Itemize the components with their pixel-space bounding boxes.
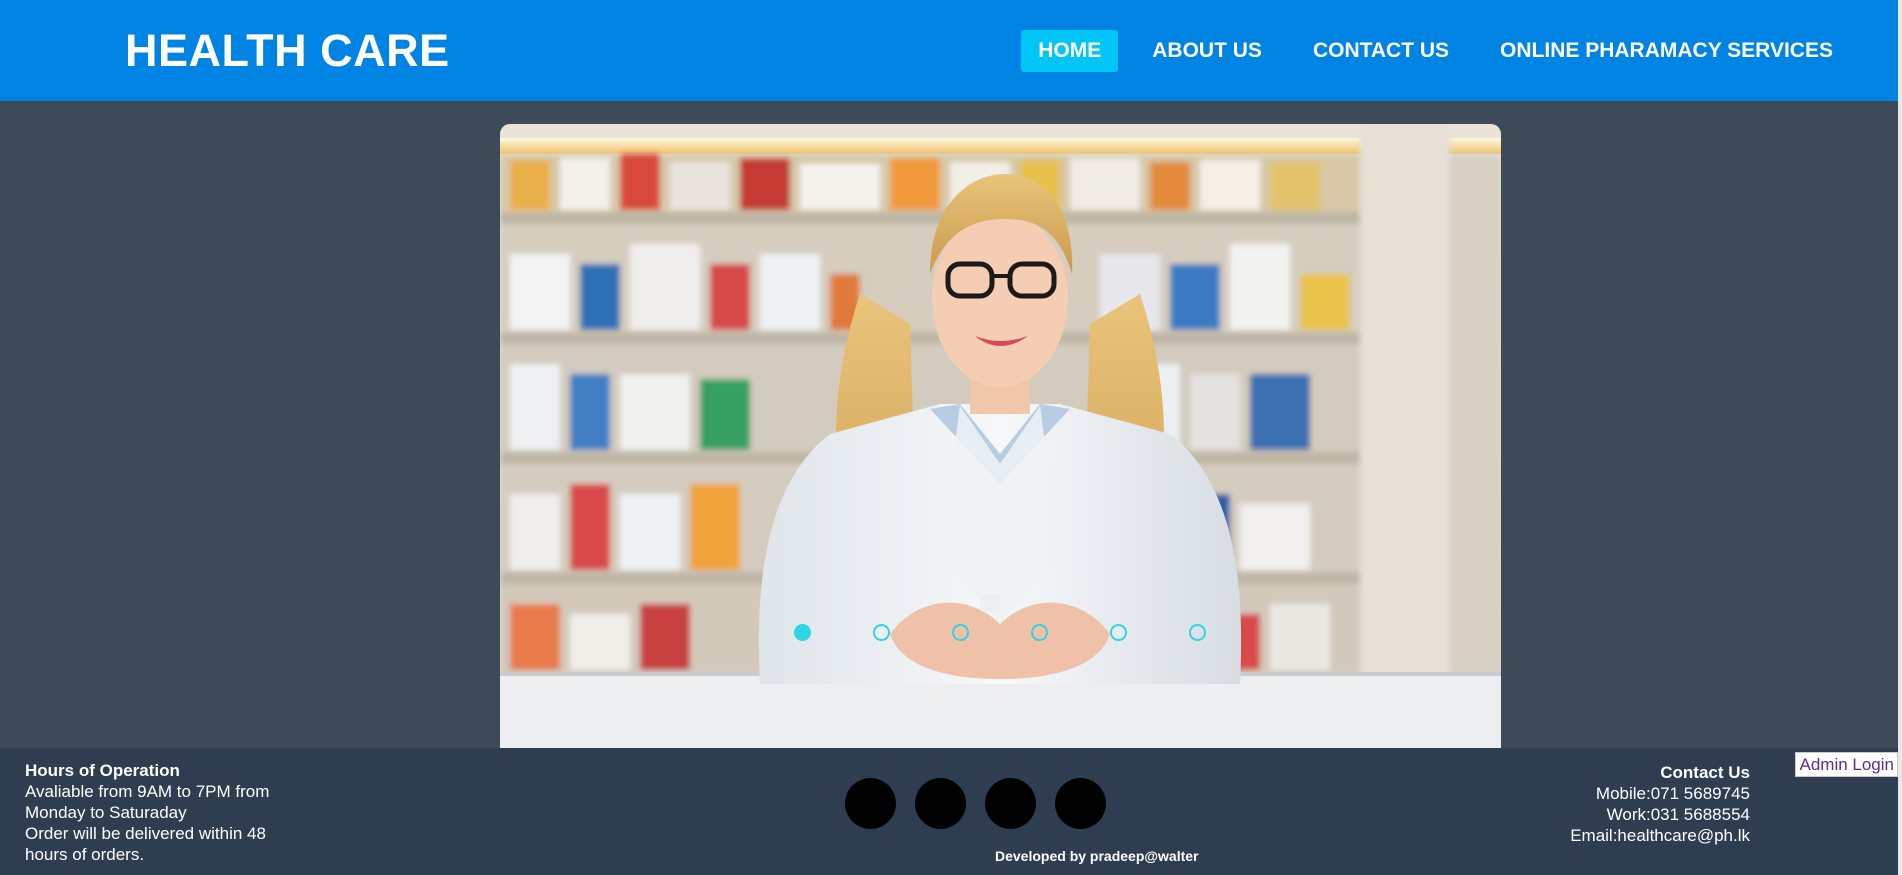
slider-dot-2[interactable] <box>873 624 890 641</box>
developer-credit: Developed by pradeep@walter <box>995 848 1199 864</box>
contact-email[interactable]: Email:healthcare@ph.lk <box>1570 825 1750 846</box>
hours-availability: Avaliable from 9AM to 7PM from Monday to… <box>25 782 270 822</box>
site-brand[interactable]: HEALTH CARE <box>125 25 450 77</box>
admin-login-link[interactable]: Admin Login <box>1795 752 1898 777</box>
nav-home[interactable]: HOME <box>1021 30 1119 72</box>
slider-dot-5[interactable] <box>1110 624 1127 641</box>
social-icon-1[interactable] <box>845 778 896 829</box>
slider-dot-3[interactable] <box>952 624 969 641</box>
nav-online-pharmacy-services[interactable]: ONLINE PHARAMACY SERVICES <box>1483 30 1850 72</box>
hours-title: Hours of Operation <box>25 761 180 780</box>
slider-dot-4[interactable] <box>1031 624 1048 641</box>
nav-contact-us[interactable]: CONTACT US <box>1296 30 1466 72</box>
contact-info: Contact Us Mobile:071 5689745 Work:031 5… <box>1570 762 1750 846</box>
social-icon-3[interactable] <box>985 778 1036 829</box>
nav-about-us[interactable]: ABOUT US <box>1135 30 1279 72</box>
slider-dot-1[interactable] <box>794 624 811 641</box>
social-icon-4[interactable] <box>1055 778 1106 829</box>
slider-dot-6[interactable] <box>1189 624 1206 641</box>
scrollbar[interactable] <box>1898 0 1902 875</box>
social-icon-2[interactable] <box>915 778 966 829</box>
hero-image-pharmacist <box>500 124 1501 748</box>
contact-work: Work:031 5688554 <box>1606 805 1750 824</box>
hours-delivery: Order will be delivered within 48 hours … <box>25 824 266 864</box>
contact-title: Contact Us <box>1660 763 1750 782</box>
hero-slider <box>500 124 1501 748</box>
site-footer: Hours of Operation Avaliable from 9AM to… <box>0 748 1902 875</box>
main-nav: HOME ABOUT US CONTACT US ONLINE PHARAMAC… <box>1004 30 1850 72</box>
hours-of-operation: Hours of Operation Avaliable from 9AM to… <box>25 760 300 865</box>
slider-dots <box>794 624 1268 641</box>
site-header: HEALTH CARE HOME ABOUT US CONTACT US ONL… <box>0 0 1902 101</box>
contact-mobile: Mobile:071 5689745 <box>1595 784 1750 803</box>
social-links <box>845 778 1125 829</box>
